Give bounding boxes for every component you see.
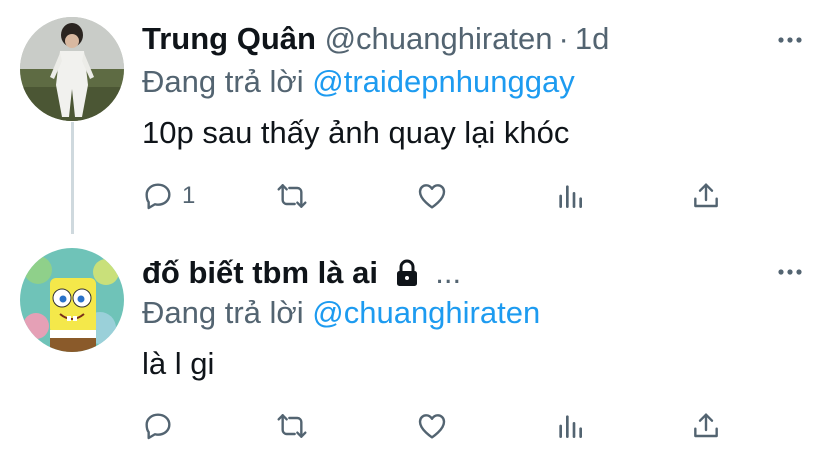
action-bar bbox=[142, 406, 742, 446]
share-button[interactable] bbox=[690, 406, 722, 446]
reply-icon bbox=[145, 413, 171, 440]
ellipsis: ... bbox=[435, 255, 462, 290]
action-bar: 1 bbox=[142, 176, 742, 216]
like-icon bbox=[418, 184, 446, 209]
retweet-icon bbox=[277, 414, 307, 438]
tweet-2[interactable]: đố biết tbm là ai ... Đang trả lời @chua… bbox=[0, 232, 828, 457]
like-button[interactable] bbox=[416, 406, 448, 446]
share-button[interactable] bbox=[690, 176, 722, 216]
analytics-button[interactable] bbox=[554, 406, 586, 446]
replying-to-line: Đang trả lời @chuanghiraten bbox=[142, 294, 540, 332]
tweet-text: là l gi bbox=[142, 346, 215, 381]
analytics-icon bbox=[559, 185, 582, 208]
user-handle[interactable]: @chuanghiraten bbox=[325, 21, 553, 56]
more-icon[interactable] bbox=[778, 268, 802, 276]
retweet-icon bbox=[277, 184, 307, 208]
share-icon bbox=[694, 413, 718, 438]
analytics-icon bbox=[559, 415, 582, 438]
replying-to-mention[interactable]: @chuanghiraten bbox=[312, 295, 540, 330]
tweet-1[interactable]: Trung Quân @chuanghiraten · 1d Đang trả lờ… bbox=[0, 0, 828, 234]
like-button[interactable] bbox=[416, 176, 448, 216]
avatar-trung-quan[interactable] bbox=[20, 17, 124, 121]
tweet-header: Trung Quân @chuanghiraten · 1d bbox=[142, 20, 609, 58]
timestamp[interactable]: 1d bbox=[575, 21, 609, 56]
replying-to-line: Đang trả lời @traidepnhunggay bbox=[142, 63, 575, 101]
separator-dot: · bbox=[558, 21, 569, 56]
analytics-button[interactable] bbox=[554, 176, 586, 216]
reply-button[interactable]: 1 bbox=[142, 176, 195, 216]
reply-count: 1 bbox=[182, 182, 196, 209]
display-name[interactable]: đố biết tbm là ai bbox=[142, 255, 378, 290]
thread-line bbox=[71, 122, 74, 234]
share-icon bbox=[694, 183, 718, 208]
display-name[interactable]: Trung Quân bbox=[142, 21, 316, 56]
reply-icon bbox=[145, 183, 171, 210]
replying-to-mention[interactable]: @traidepnhunggay bbox=[312, 64, 574, 99]
tweet-header: đố biết tbm là ai ... bbox=[142, 254, 461, 292]
replying-prefix: Đang trả lời bbox=[142, 295, 304, 330]
tweet-text: 10p sau thấy ảnh quay lại khóc bbox=[142, 115, 570, 150]
replying-prefix: Đang trả lời bbox=[142, 64, 304, 99]
lock-icon bbox=[396, 259, 417, 286]
retweet-button[interactable] bbox=[276, 406, 308, 446]
like-icon bbox=[418, 414, 446, 439]
more-icon[interactable] bbox=[778, 36, 802, 44]
avatar-spongebob[interactable] bbox=[20, 248, 124, 352]
retweet-button[interactable] bbox=[276, 176, 308, 216]
reply-button[interactable] bbox=[142, 406, 174, 446]
